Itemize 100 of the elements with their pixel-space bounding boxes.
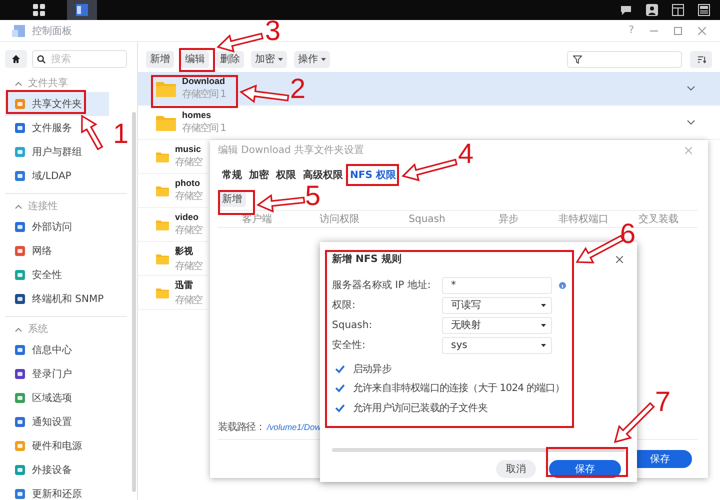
tile-icon xyxy=(15,345,25,355)
tile-icon xyxy=(15,393,25,403)
column-header[interactable]: 客户端 xyxy=(218,212,296,226)
folder-icon xyxy=(156,80,176,96)
tab[interactable]: NFS 权限 xyxy=(350,165,396,185)
grid-icon[interactable] xyxy=(33,4,45,16)
dropdown-field[interactable]: 可读写 xyxy=(442,296,552,314)
sidebar-item[interactable]: 外接设备 xyxy=(5,458,109,482)
sidebar-item[interactable]: 区域选项 xyxy=(5,386,109,410)
sidebar-item[interactable]: 信息中心 xyxy=(5,338,109,362)
horizontal-scrollbar[interactable] xyxy=(332,448,625,452)
annotation-arrow xyxy=(216,32,264,53)
table-icon[interactable] xyxy=(672,4,684,16)
window-title: 控制面板 xyxy=(32,24,72,38)
dropdown-button[interactable]: 操作 xyxy=(294,50,330,68)
sidebar-item[interactable]: 安全性 xyxy=(5,263,109,287)
tile-icon xyxy=(15,465,25,475)
tab[interactable]: 权限 xyxy=(276,165,296,185)
tab[interactable]: 常规 xyxy=(222,165,242,185)
column-header[interactable]: 异步 xyxy=(471,212,546,226)
step-number: 5 xyxy=(305,182,321,210)
sidebar-item[interactable]: 用户与群组 xyxy=(5,140,109,164)
sidebar-item[interactable]: 登录门户 xyxy=(5,362,109,386)
sidebar-item[interactable]: 共享文件夹 xyxy=(5,92,109,116)
sidebar-item[interactable]: 文件服务 xyxy=(5,116,109,140)
section-heading: 系统 xyxy=(28,322,48,336)
column-header[interactable]: 非特权端口 xyxy=(546,212,621,226)
home-button[interactable] xyxy=(5,50,27,68)
caret-icon xyxy=(321,58,326,60)
sort-icon xyxy=(696,54,706,64)
caret-icon xyxy=(541,324,546,326)
checkbox[interactable] xyxy=(335,402,345,413)
caret-icon[interactable] xyxy=(15,326,22,332)
sidebar-item[interactable]: 硬件和电源 xyxy=(5,434,109,458)
annotation-arrow xyxy=(401,158,458,182)
sidebar-item[interactable]: 网络 xyxy=(5,239,109,263)
tile-icon xyxy=(15,123,25,133)
tab[interactable]: 加密 xyxy=(249,165,269,185)
sidebar-item[interactable]: 终端机和 SNMP xyxy=(5,287,109,311)
close-icon[interactable] xyxy=(616,256,623,262)
step-number: 2 xyxy=(290,75,306,103)
panel-icon[interactable] xyxy=(698,4,710,16)
chevron-icon[interactable] xyxy=(687,86,695,91)
tile-icon xyxy=(15,441,25,451)
mount-path-link[interactable]: /volume1/Dow xyxy=(267,422,321,432)
funnel-icon xyxy=(573,54,582,64)
highlight-frame xyxy=(346,164,399,186)
caret-icon xyxy=(278,58,283,60)
tab[interactable]: 高级权限 xyxy=(303,165,343,185)
sidebar-item[interactable]: 外部访问 xyxy=(5,215,109,239)
field-label: 权限: xyxy=(332,298,356,312)
tile-icon xyxy=(15,147,25,157)
checkbox-label: 允许来自非特权端口的连接（大于 1024 的端口） xyxy=(353,382,565,396)
toolbar-button[interactable]: 删除 xyxy=(216,50,244,68)
folder-row[interactable]: music 存储空 xyxy=(138,140,208,174)
dropdown-field[interactable]: 无映射 xyxy=(442,316,552,334)
caret-icon[interactable] xyxy=(15,80,22,86)
search-icon xyxy=(37,54,46,64)
sidebar-item[interactable]: 通知设置 xyxy=(5,410,109,434)
sort-button[interactable] xyxy=(690,50,712,68)
tile-icon xyxy=(15,222,25,232)
tile-icon xyxy=(15,369,25,379)
step-number: 3 xyxy=(265,17,281,45)
dropdown-button[interactable]: 加密 xyxy=(251,50,287,68)
sidebar-item[interactable]: 域/LDAP xyxy=(5,164,109,188)
tile-icon xyxy=(15,294,25,304)
cancel-button[interactable]: 取消 xyxy=(496,460,536,478)
tile-icon xyxy=(15,171,25,181)
checkbox[interactable] xyxy=(335,364,345,374)
annotation-arrow xyxy=(239,84,290,104)
step-number: 6 xyxy=(620,220,636,248)
tile-icon xyxy=(15,246,25,256)
input-field[interactable]: * xyxy=(442,276,552,294)
control-panel-taskbar-icon[interactable] xyxy=(67,0,97,20)
toolbar-button[interactable]: 编辑 xyxy=(181,50,209,68)
section-heading: 文件共享 xyxy=(28,76,68,90)
folder-row[interactable]: video 存储空 xyxy=(138,208,208,242)
folder-row[interactable]: photo 存储空 xyxy=(138,174,208,208)
user-icon[interactable] xyxy=(646,4,658,16)
maximize-icon[interactable] xyxy=(674,26,682,34)
info-icon[interactable] xyxy=(559,282,566,289)
dialog-title: 编辑 Download 共享文件夹设置 xyxy=(218,144,364,157)
checkbox[interactable] xyxy=(335,383,345,394)
chevron-icon[interactable] xyxy=(687,120,695,125)
folder-icon xyxy=(156,114,176,130)
chat-icon[interactable] xyxy=(620,4,632,16)
folder-row[interactable]: 影视 存储空 xyxy=(138,242,208,276)
folder-row[interactable]: 迅雷 存储空 xyxy=(138,276,208,310)
sidebar-item[interactable]: 更新和还原 xyxy=(5,482,109,500)
dropdown-field[interactable]: sys xyxy=(442,336,552,354)
home-icon xyxy=(11,54,21,64)
caret-icon[interactable] xyxy=(15,204,22,208)
tile-icon xyxy=(15,417,25,427)
control-panel-icon xyxy=(12,24,26,38)
filter-field[interactable] xyxy=(567,50,682,68)
toolbar-button[interactable]: 新增 xyxy=(146,50,174,68)
caret-icon xyxy=(541,344,546,346)
column-header[interactable]: Squash xyxy=(383,214,471,224)
search-field[interactable]: 搜索 xyxy=(32,50,127,68)
column-header[interactable]: 访问权限 xyxy=(296,212,383,226)
